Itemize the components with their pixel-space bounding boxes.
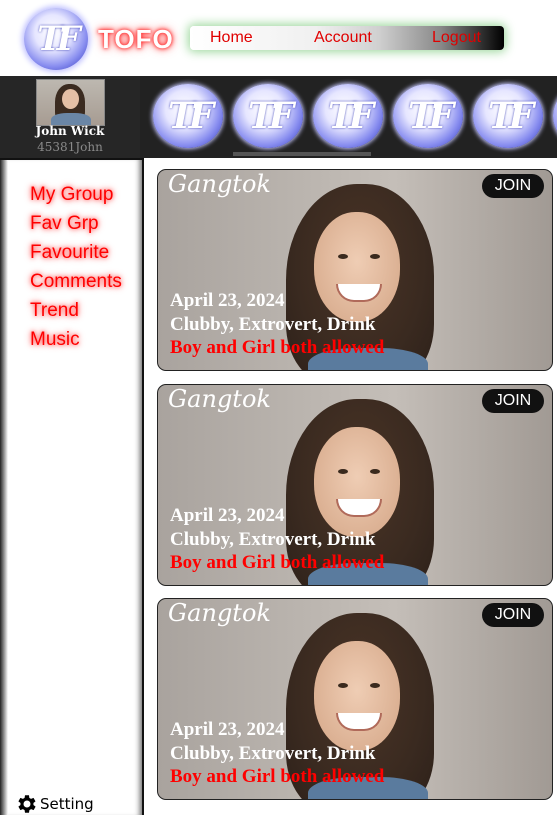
event-city: Gangtok [168, 385, 271, 413]
photo-eye [370, 469, 380, 474]
story-item[interactable]: TF [153, 84, 223, 148]
header: TF TOFO Home Account Logout [0, 0, 557, 76]
story-item[interactable]: TF [313, 84, 383, 148]
avatar[interactable] [36, 79, 105, 126]
story-item[interactable]: TF [393, 84, 463, 148]
nav-home-link[interactable]: Home [210, 29, 253, 47]
photo-eye [370, 254, 380, 259]
photo-face [314, 427, 400, 537]
nav-account-link[interactable]: Account [314, 29, 372, 47]
setting-button[interactable]: Setting [14, 792, 94, 816]
photo-face [314, 641, 400, 751]
story-logo: TF [167, 95, 214, 137]
event-card[interactable]: Gangtok JOIN April 23, 2024 Clubby, Extr… [157, 384, 553, 586]
event-tags: Clubby, Extrovert, Drink [170, 314, 376, 335]
photo-eye [338, 469, 348, 474]
story-logo: TF [247, 95, 294, 137]
avatar-face [62, 89, 79, 109]
join-button[interactable]: JOIN [482, 389, 544, 413]
sidebar-menu: My Group Fav Grp Favourite Comments Tren… [30, 180, 122, 354]
story-logo: TF [487, 95, 534, 137]
event-rule: Boy and Girl both allowed [170, 766, 385, 787]
join-button[interactable]: JOIN [482, 174, 544, 198]
event-city: Gangtok [168, 599, 271, 627]
sidebar-item-my-group[interactable]: My Group [30, 180, 122, 209]
sidebar: My Group Fav Grp Favourite Comments Tren… [0, 158, 144, 815]
logo[interactable]: TF [24, 8, 88, 70]
photo-eye [338, 254, 348, 259]
event-card[interactable]: Gangtok JOIN April 23, 2024 Clubby, Extr… [157, 598, 553, 800]
profile-name: John Wick [35, 124, 105, 138]
setting-label: Setting [40, 795, 94, 813]
profile-card[interactable]: John Wick 45381John [0, 76, 140, 158]
photo-eye [338, 683, 348, 688]
event-card[interactable]: Gangtok JOIN April 23, 2024 Clubby, Extr… [157, 169, 553, 371]
story-scrollbar[interactable] [233, 152, 371, 156]
profile-id: 45381John [37, 140, 103, 154]
sidebar-item-favourite[interactable]: Favourite [30, 238, 122, 267]
event-city: Gangtok [168, 170, 271, 198]
story-logo: TF [407, 95, 454, 137]
join-button[interactable]: JOIN [482, 603, 544, 627]
sidebar-item-trend[interactable]: Trend [30, 296, 122, 325]
event-rule: Boy and Girl both allowed [170, 337, 385, 358]
sidebar-item-comments[interactable]: Comments [30, 267, 122, 296]
photo-face [314, 212, 400, 322]
event-rule: Boy and Girl both allowed [170, 552, 385, 573]
brand-name: TOFO [98, 24, 174, 54]
story-item[interactable]: TF [233, 84, 303, 148]
profile-bar: John Wick 45381John TF TF TF TF TF [0, 76, 557, 158]
photo-eye [370, 683, 380, 688]
story-item-partial[interactable] [553, 84, 557, 148]
sidebar-item-fav-grp[interactable]: Fav Grp [30, 209, 122, 238]
story-item[interactable]: TF [473, 84, 543, 148]
event-date: April 23, 2024 [170, 719, 285, 740]
event-tags: Clubby, Extrovert, Drink [170, 529, 376, 550]
nav-logout-link[interactable]: Logout [432, 29, 481, 47]
event-tags: Clubby, Extrovert, Drink [170, 743, 376, 764]
story-strip[interactable]: TF TF TF TF TF [140, 76, 557, 158]
event-date: April 23, 2024 [170, 290, 285, 311]
story-logo: TF [327, 95, 374, 137]
sidebar-item-music[interactable]: Music [30, 325, 122, 354]
logo-letters: TF [37, 19, 80, 59]
event-date: April 23, 2024 [170, 505, 285, 526]
gear-icon [18, 795, 36, 813]
top-nav: Home Account Logout [190, 26, 504, 50]
